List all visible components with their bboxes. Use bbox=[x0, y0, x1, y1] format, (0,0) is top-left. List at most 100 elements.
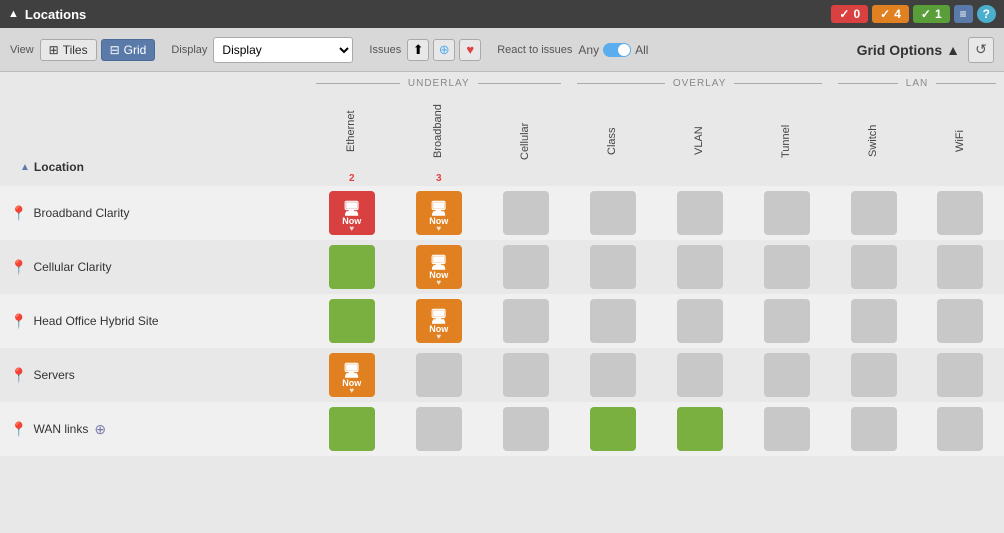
empty-cell bbox=[851, 191, 897, 235]
data-cell[interactable] bbox=[482, 186, 569, 240]
data-cell[interactable] bbox=[482, 348, 569, 402]
data-cell[interactable] bbox=[569, 240, 656, 294]
location-cell[interactable]: 📍 Head Office Hybrid Site bbox=[0, 294, 308, 348]
data-cell[interactable]: 🖥 Now ♥ bbox=[395, 240, 482, 294]
empty-cell bbox=[590, 299, 636, 343]
location-cell[interactable]: 📍 Servers bbox=[0, 348, 308, 402]
data-cell[interactable] bbox=[308, 402, 395, 456]
col-header-row: ▲ Location Ethernet 2 Broa bbox=[0, 89, 1004, 186]
data-cell[interactable] bbox=[656, 240, 743, 294]
col-wifi-label: WiFi bbox=[954, 101, 967, 181]
data-cell[interactable] bbox=[743, 240, 830, 294]
device-card[interactable]: 🖥 Now ♥ bbox=[416, 191, 462, 235]
data-cell[interactable] bbox=[917, 294, 1004, 348]
badge-orange[interactable]: ✓ 4 bbox=[872, 5, 909, 23]
grid-options-arrow: ▲ bbox=[946, 42, 960, 58]
data-cell[interactable]: 🖥 Now ♥ bbox=[395, 294, 482, 348]
data-cell[interactable] bbox=[395, 402, 482, 456]
data-cell[interactable] bbox=[830, 240, 917, 294]
location-name: Cellular Clarity bbox=[33, 260, 111, 274]
overlay-section-header: OVERLAY bbox=[569, 72, 830, 89]
data-cell[interactable] bbox=[482, 294, 569, 348]
lan-label: LAN bbox=[906, 78, 928, 89]
device-card[interactable]: 🖥 Now ♥ bbox=[416, 245, 462, 289]
location-cell[interactable]: 📍 Cellular Clarity bbox=[0, 240, 308, 294]
data-cell[interactable] bbox=[656, 402, 743, 456]
data-cell[interactable] bbox=[830, 348, 917, 402]
display-group: Display Display bbox=[171, 37, 353, 63]
grid-options-button[interactable]: Grid Options ▲ bbox=[857, 42, 960, 58]
badge-orange-count: 4 bbox=[894, 7, 901, 21]
data-cell[interactable] bbox=[308, 294, 395, 348]
green-cell bbox=[329, 299, 375, 343]
tiles-button[interactable]: ⊞ Tiles bbox=[40, 39, 97, 61]
data-cell[interactable] bbox=[656, 294, 743, 348]
badge-green[interactable]: ✓ 1 bbox=[913, 5, 950, 23]
col-ethernet[interactable]: Ethernet 2 bbox=[308, 89, 395, 186]
data-cell[interactable] bbox=[917, 348, 1004, 402]
data-cell[interactable] bbox=[743, 186, 830, 240]
data-cell[interactable] bbox=[569, 348, 656, 402]
data-cell[interactable]: 🖥 Now ♥ bbox=[308, 186, 395, 240]
data-cell[interactable] bbox=[569, 402, 656, 456]
data-cell[interactable] bbox=[308, 240, 395, 294]
data-cell[interactable] bbox=[569, 186, 656, 240]
col-vlan[interactable]: VLAN bbox=[656, 89, 743, 186]
data-cell[interactable] bbox=[917, 186, 1004, 240]
menu-button[interactable]: ≡ bbox=[954, 5, 973, 23]
any-label[interactable]: Any bbox=[578, 43, 599, 57]
empty-cell bbox=[677, 245, 723, 289]
col-tunnel[interactable]: Tunnel bbox=[743, 89, 830, 186]
data-cell[interactable] bbox=[743, 294, 830, 348]
all-label[interactable]: All bbox=[635, 43, 648, 57]
display-select[interactable]: Display bbox=[213, 37, 353, 63]
issues-filter-icon[interactable]: ⊕ bbox=[433, 39, 455, 61]
data-cell[interactable] bbox=[656, 348, 743, 402]
location-cell[interactable]: 📍 WAN links ⊕ bbox=[0, 402, 308, 456]
location-col-header[interactable]: ▲ Location bbox=[0, 89, 308, 186]
location-pin: 📍 bbox=[10, 313, 27, 330]
badge-red[interactable]: ✓ 0 bbox=[831, 5, 868, 23]
issues-heart-icon[interactable]: ♥ bbox=[459, 39, 481, 61]
help-button[interactable]: ? bbox=[977, 5, 996, 23]
empty-cell bbox=[677, 353, 723, 397]
grid-options-label: Grid Options bbox=[857, 42, 943, 58]
data-cell[interactable] bbox=[830, 294, 917, 348]
issues-all-icon[interactable]: ⬆ bbox=[407, 39, 429, 61]
data-cell[interactable] bbox=[395, 348, 482, 402]
reset-button[interactable]: ↺ bbox=[968, 37, 994, 63]
data-cell[interactable] bbox=[569, 294, 656, 348]
data-cell[interactable] bbox=[917, 402, 1004, 456]
data-cell[interactable]: 🖥 Now ♥ bbox=[308, 348, 395, 402]
data-cell[interactable] bbox=[482, 402, 569, 456]
col-broadband[interactable]: Broadband 3 bbox=[395, 89, 482, 186]
location-name: Servers bbox=[33, 368, 74, 382]
data-cell[interactable] bbox=[743, 402, 830, 456]
device-card[interactable]: 🖥 Now ♥ bbox=[329, 353, 375, 397]
col-wifi[interactable]: WiFi bbox=[917, 89, 1004, 186]
empty-cell bbox=[503, 245, 549, 289]
empty-cell bbox=[503, 353, 549, 397]
card-heart: ♥ bbox=[349, 224, 354, 233]
col-cellular[interactable]: Cellular bbox=[482, 89, 569, 186]
data-cell[interactable]: 🖥 Now ♥ bbox=[395, 186, 482, 240]
empty-cell bbox=[937, 191, 983, 235]
col-class[interactable]: Class bbox=[569, 89, 656, 186]
location-cell[interactable]: 📍 Broadband Clarity bbox=[0, 186, 308, 240]
data-cell[interactable] bbox=[656, 186, 743, 240]
col-switch[interactable]: Switch bbox=[830, 89, 917, 186]
grid-icon: ⊟ bbox=[110, 43, 120, 57]
device-card[interactable]: 🖥 Now ♥ bbox=[329, 191, 375, 235]
device-card[interactable]: 🖥 Now ♥ bbox=[416, 299, 462, 343]
col-broadband-label: Broadband bbox=[432, 91, 445, 171]
grid-button[interactable]: ⊟ Grid bbox=[101, 39, 156, 61]
empty-cell bbox=[416, 353, 462, 397]
data-cell[interactable] bbox=[482, 240, 569, 294]
data-cell[interactable] bbox=[830, 402, 917, 456]
empty-cell bbox=[590, 191, 636, 235]
data-cell[interactable] bbox=[830, 186, 917, 240]
react-toggle[interactable] bbox=[603, 43, 631, 57]
data-cell[interactable] bbox=[917, 240, 1004, 294]
table-row: 📍 WAN links ⊕ bbox=[0, 402, 1004, 456]
data-cell[interactable] bbox=[743, 348, 830, 402]
